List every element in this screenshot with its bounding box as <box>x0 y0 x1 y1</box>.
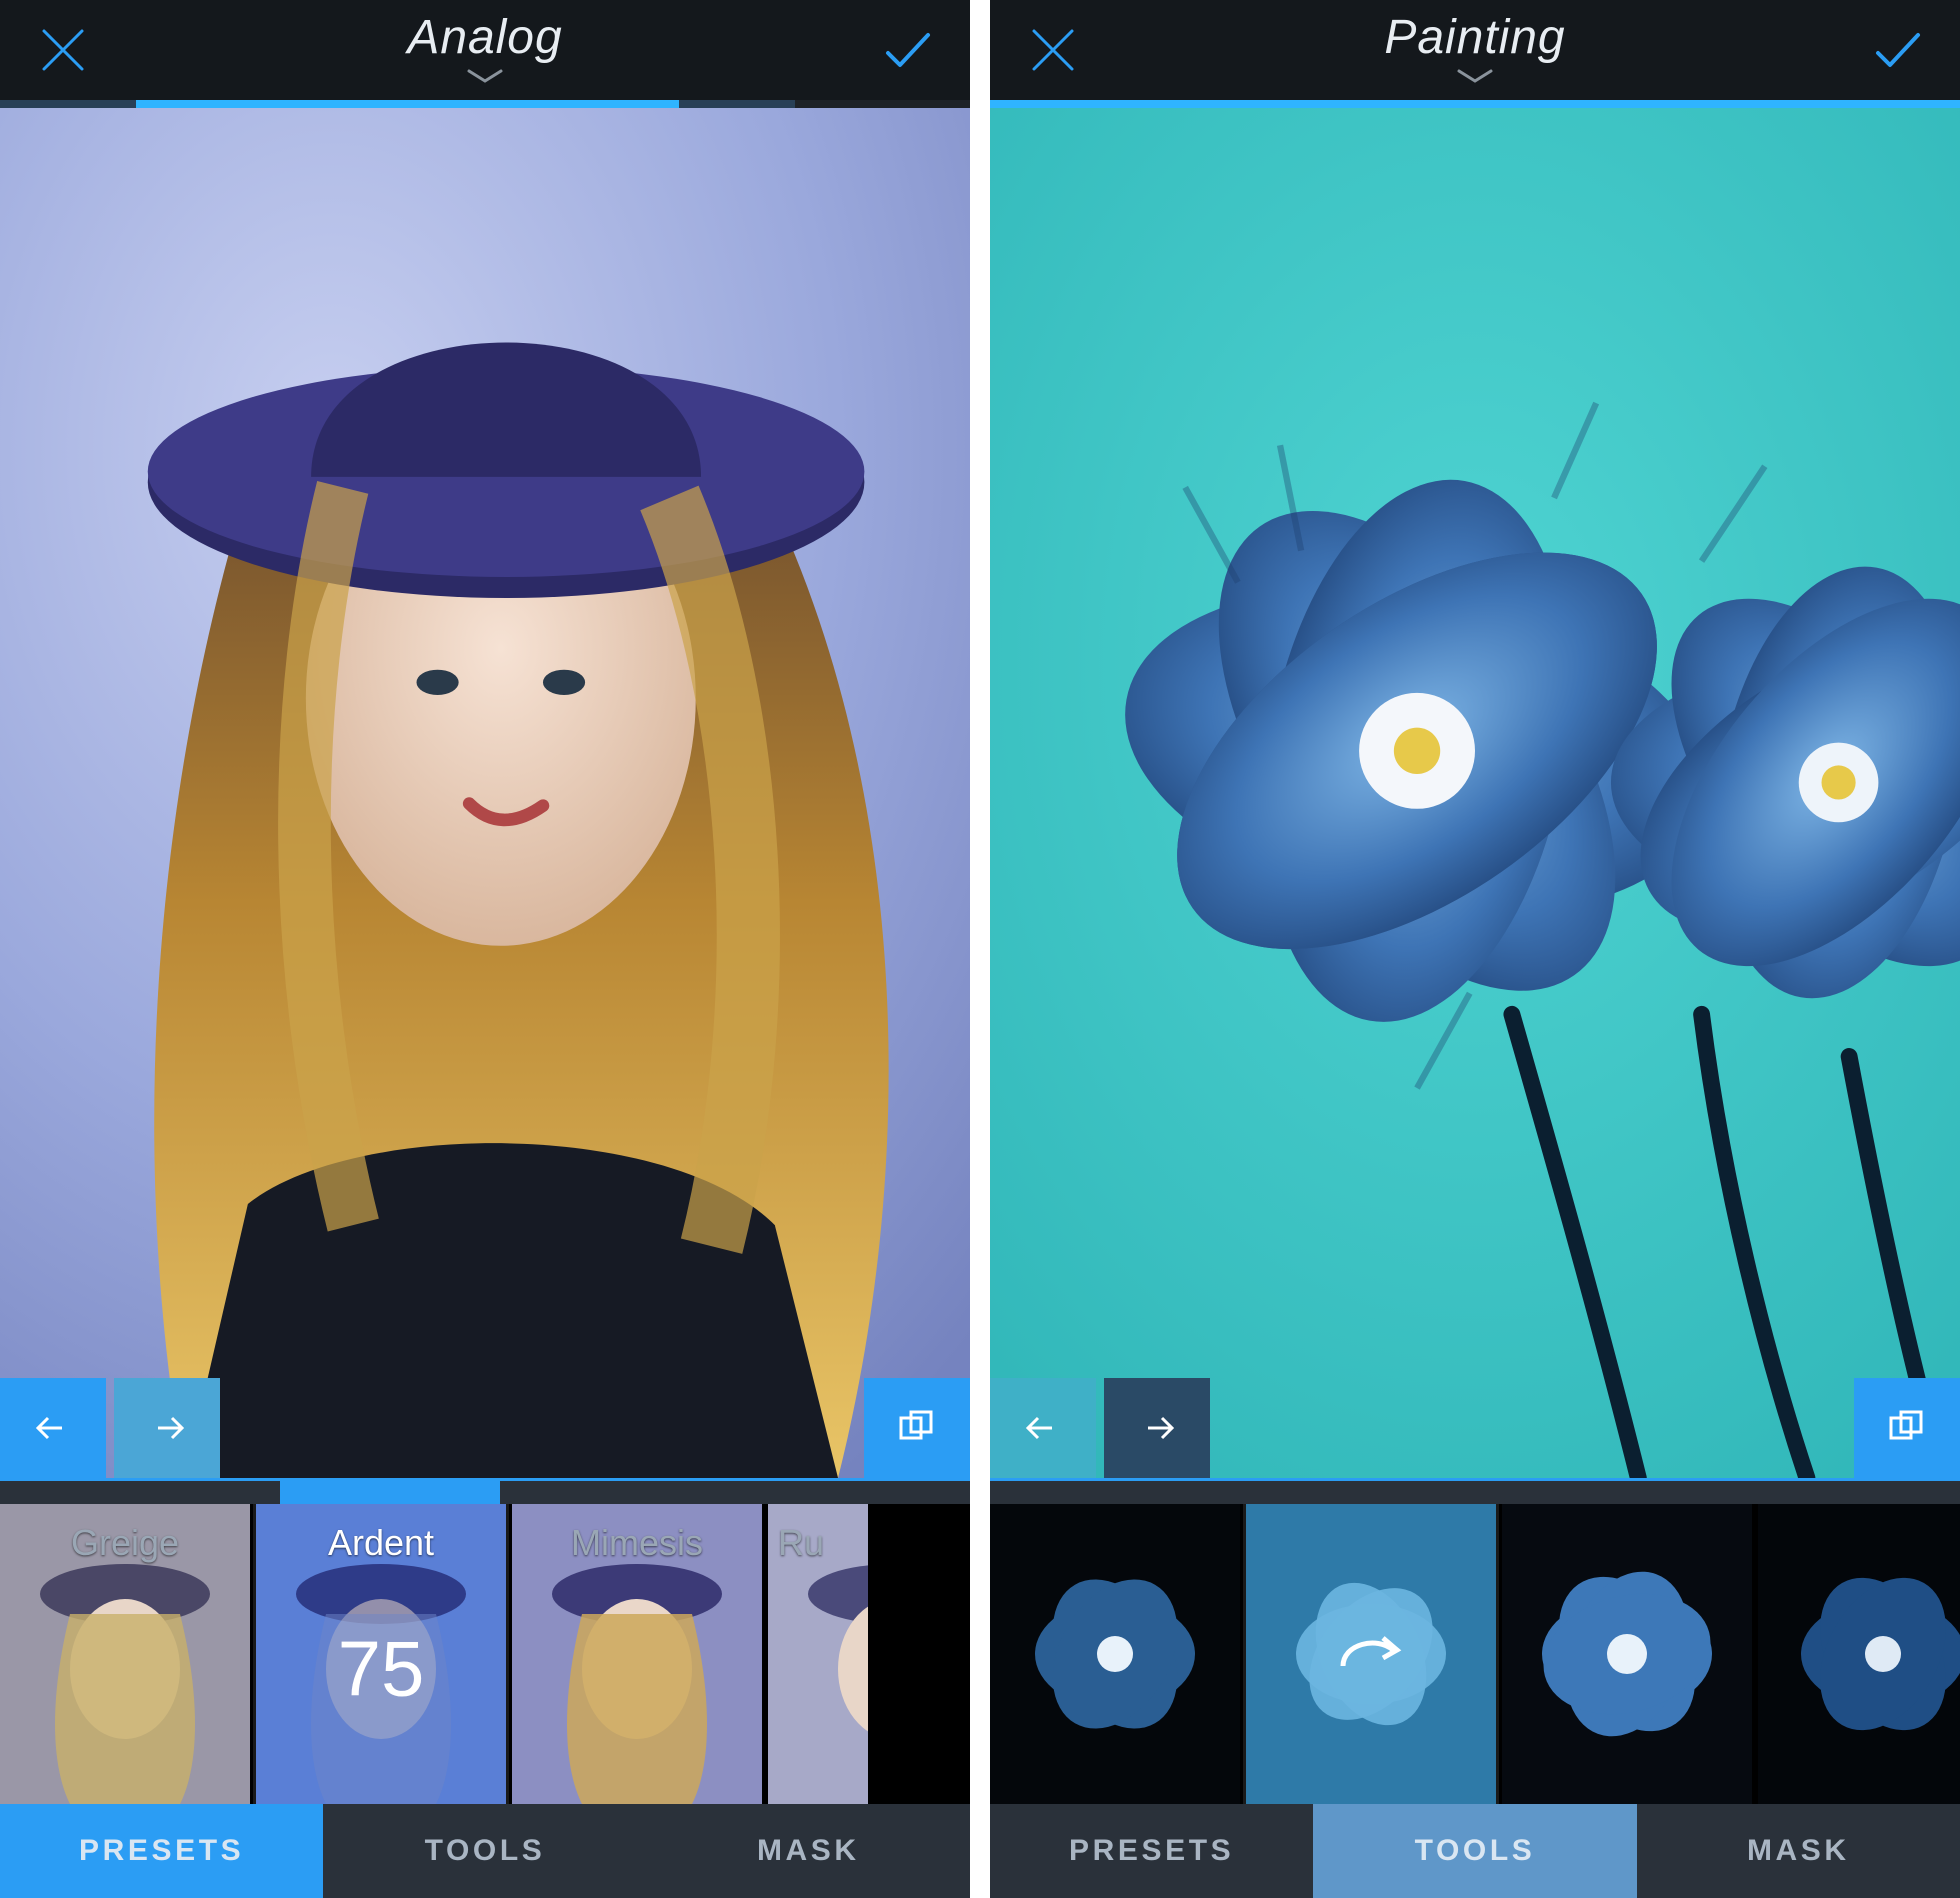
tab-tools[interactable]: TOOLS <box>323 1804 646 1898</box>
preset-carousel[interactable]: Greige Ardent 75 Mimesis Ru <box>0 1504 970 1804</box>
chevron-down-icon <box>465 67 505 90</box>
header: Analog <box>0 0 970 100</box>
preset-value: 75 <box>256 1624 506 1715</box>
preset-label: Mimesis <box>512 1522 762 1564</box>
header-title-group[interactable]: Analog <box>407 10 562 90</box>
confirm-icon[interactable] <box>880 23 934 77</box>
preset-item[interactable] <box>990 1504 1240 1804</box>
preset-greige[interactable]: Greige <box>0 1504 250 1804</box>
redo-button[interactable] <box>114 1378 220 1478</box>
phone-left: Analog <box>0 0 970 1898</box>
redo-icon <box>1246 1504 1496 1804</box>
carousel-indicator <box>990 1478 1960 1504</box>
canvas[interactable] <box>0 108 970 1478</box>
preset-label: Greige <box>0 1522 250 1564</box>
header-title: Painting <box>1384 10 1565 65</box>
tab-tools[interactable]: TOOLS <box>1313 1804 1636 1898</box>
preset-label: Ardent <box>256 1522 506 1564</box>
preset-item[interactable] <box>1502 1504 1752 1804</box>
undo-button[interactable] <box>990 1378 1096 1478</box>
tab-mask[interactable]: MASK <box>647 1804 970 1898</box>
preset-label: Ru <box>778 1522 868 1564</box>
canvas[interactable] <box>990 108 1960 1478</box>
confirm-icon[interactable] <box>1870 23 1924 77</box>
canvas-image <box>0 108 970 1478</box>
close-icon[interactable] <box>1026 23 1080 77</box>
tab-mask[interactable]: MASK <box>1637 1804 1960 1898</box>
carousel-indicator <box>0 1478 970 1504</box>
preset-carousel[interactable] <box>990 1504 1960 1804</box>
preset-ardent[interactable]: Ardent 75 <box>256 1504 506 1804</box>
redo-button[interactable] <box>1104 1378 1210 1478</box>
canvas-action-row <box>990 1378 1960 1478</box>
tab-presets[interactable]: PRESETS <box>990 1804 1313 1898</box>
compare-button[interactable] <box>864 1378 970 1478</box>
preset-mimesis[interactable]: Mimesis <box>512 1504 762 1804</box>
canvas-image <box>990 108 1960 1478</box>
chevron-down-icon <box>1455 67 1495 90</box>
tab-presets[interactable]: PRESETS <box>0 1804 323 1898</box>
undo-button[interactable] <box>0 1378 106 1478</box>
progress-strip <box>0 100 970 108</box>
header: Painting <box>990 0 1960 100</box>
bottom-tabs: PRESETS TOOLS MASK <box>0 1804 970 1898</box>
preset-ru[interactable]: Ru <box>768 1504 868 1804</box>
bottom-tabs: PRESETS TOOLS MASK <box>990 1804 1960 1898</box>
header-title: Analog <box>407 10 562 65</box>
canvas-action-row <box>0 1378 970 1478</box>
progress-strip <box>990 100 1960 108</box>
header-title-group[interactable]: Painting <box>1384 10 1565 90</box>
preset-item[interactable] <box>1246 1504 1496 1804</box>
preset-item[interactable] <box>1758 1504 1960 1804</box>
close-icon[interactable] <box>36 23 90 77</box>
compare-button[interactable] <box>1854 1378 1960 1478</box>
phone-right: Painting <box>990 0 1960 1898</box>
